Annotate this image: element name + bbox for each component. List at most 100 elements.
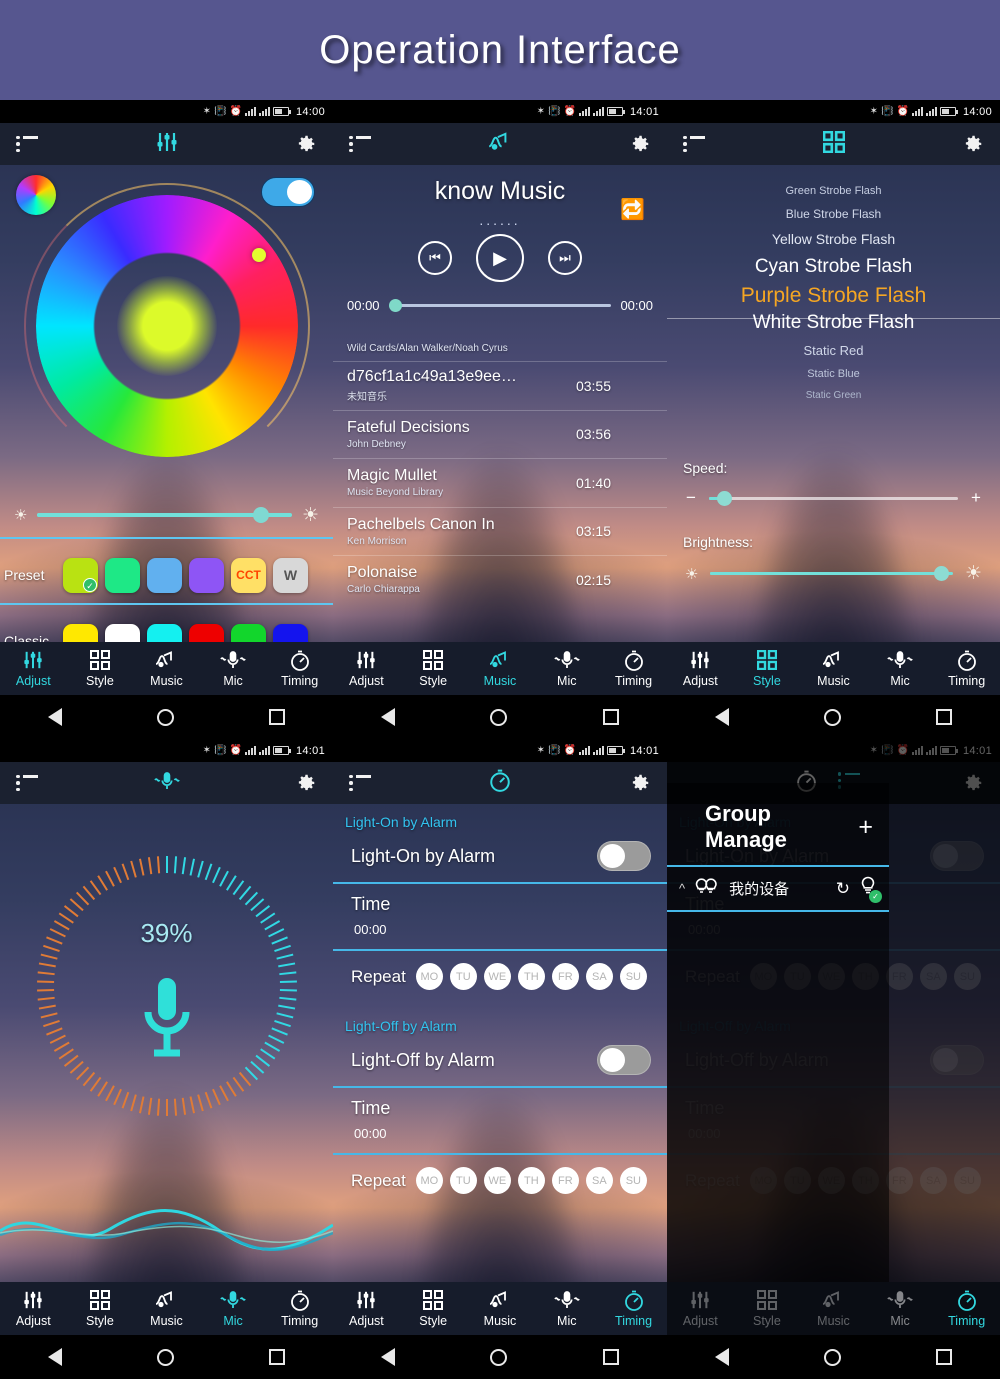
back-icon[interactable]	[380, 708, 395, 726]
light-on-row[interactable]: Light-On by Alarm	[333, 830, 667, 882]
recents-icon[interactable]	[269, 709, 286, 725]
nav-music[interactable]: Music	[805, 650, 861, 688]
preset-swatch-white[interactable]: W	[273, 557, 308, 593]
day-su[interactable]: SU	[619, 1167, 647, 1194]
nav-music[interactable]: Music	[138, 1290, 194, 1328]
nav-timing[interactable]: Timing	[606, 650, 662, 688]
home-icon[interactable]	[156, 1348, 174, 1366]
nav-timing[interactable]: Timing	[272, 1290, 328, 1328]
nav-timing[interactable]: Timing	[939, 1290, 995, 1328]
gear-icon[interactable]	[295, 133, 317, 155]
recents-icon[interactable]	[603, 1349, 620, 1365]
nav-timing[interactable]: Timing	[939, 650, 995, 688]
recents-icon[interactable]	[603, 709, 620, 725]
nav-mic[interactable]: Mic	[205, 650, 261, 688]
mode-option[interactable]: Yellow Strobe Flash	[667, 231, 1000, 247]
brightness-slider[interactable]	[37, 507, 292, 523]
nav-adjust[interactable]: Adjust	[672, 650, 728, 688]
light-off-toggle[interactable]	[597, 1045, 651, 1075]
preset-swatch-1[interactable]: ✓	[63, 557, 98, 593]
nav-music[interactable]: Music	[138, 650, 194, 688]
nav-style[interactable]: Style	[405, 650, 461, 688]
nav-mic[interactable]: Mic	[205, 1290, 261, 1328]
mode-option[interactable]: Static Green	[667, 390, 1000, 401]
recents-icon[interactable]	[269, 1349, 286, 1365]
mode-option[interactable]: Static Blue	[667, 368, 1000, 380]
minus-icon[interactable]: −	[685, 488, 697, 508]
recents-icon[interactable]	[936, 1349, 953, 1365]
play-button[interactable]: ▶	[476, 234, 524, 282]
nav-mic[interactable]: Mic	[539, 1290, 595, 1328]
nav-style[interactable]: Style	[72, 1290, 128, 1328]
list-item[interactable]: Pachelbels Canon In Ken Morrison 03:15	[333, 506, 667, 556]
home-icon[interactable]	[823, 708, 841, 726]
add-group-button[interactable]: +	[858, 814, 873, 840]
bulb-status-icon[interactable]: ✓	[859, 876, 882, 903]
day-su[interactable]: SU	[619, 963, 647, 990]
nav-mic[interactable]: Mic	[872, 1290, 928, 1328]
nav-adjust[interactable]: Adjust	[5, 650, 61, 688]
brightness-slider[interactable]	[710, 566, 953, 581]
next-button[interactable]: ⏭	[548, 241, 582, 275]
mode-option-selected[interactable]: Purple Strobe Flash	[667, 284, 1000, 308]
previous-button[interactable]: ⏮	[418, 241, 452, 275]
chevron-up-icon[interactable]: ^	[679, 881, 685, 896]
ring-knob[interactable]	[251, 248, 266, 262]
day-fr[interactable]: FR	[551, 1167, 579, 1194]
mode-option[interactable]: Green Strobe Flash	[667, 185, 1000, 197]
preset-swatch-2[interactable]	[105, 557, 140, 593]
home-icon[interactable]	[823, 1348, 841, 1366]
menu-icon[interactable]	[349, 774, 371, 791]
power-toggle[interactable]	[261, 177, 315, 207]
day-we[interactable]: WE	[483, 963, 511, 990]
day-we[interactable]: WE	[483, 1167, 511, 1194]
gear-icon[interactable]	[962, 133, 984, 155]
day-th[interactable]: TH	[517, 963, 545, 990]
nav-style[interactable]: Style	[405, 1290, 461, 1328]
day-mo[interactable]: MO	[415, 1167, 443, 1194]
back-icon[interactable]	[714, 1348, 729, 1366]
nav-adjust[interactable]: Adjust	[338, 1290, 394, 1328]
list-item[interactable]: d76cf1a1c49a13e9ee… 未知音乐 03:55	[333, 361, 667, 410]
back-icon[interactable]	[47, 708, 62, 726]
mic-sensitivity-gauge[interactable]: 39%	[36, 856, 297, 1116]
day-tu[interactable]: TU	[449, 963, 477, 990]
mode-option[interactable]: Cyan Strobe Flash	[667, 256, 1000, 278]
nav-style[interactable]: Style	[739, 1290, 795, 1328]
mode-option[interactable]: White Strobe Flash	[667, 312, 1000, 334]
list-item[interactable]: Fateful Decisions John Debney 03:56	[333, 409, 667, 459]
nav-music[interactable]: Music	[805, 1290, 861, 1328]
gear-icon[interactable]	[629, 133, 651, 155]
day-fr[interactable]: FR	[551, 963, 579, 990]
speed-knob[interactable]	[716, 490, 732, 506]
menu-icon[interactable]	[349, 135, 371, 152]
menu-icon[interactable]	[16, 135, 38, 152]
list-item[interactable]: Polonaise Carlo Chiarappa 02:15	[333, 555, 667, 604]
progress-slider[interactable]	[388, 299, 612, 312]
gear-icon[interactable]	[295, 772, 317, 794]
nav-timing[interactable]: Timing	[606, 1290, 662, 1328]
day-tu[interactable]: TU	[449, 1167, 477, 1194]
mode-option[interactable]: Blue Strobe Flash	[667, 207, 1000, 221]
color-mode-icon[interactable]	[16, 175, 56, 215]
day-sa[interactable]: SA	[585, 963, 613, 990]
nav-style[interactable]: Style	[72, 650, 128, 688]
home-icon[interactable]	[490, 1348, 508, 1366]
recents-icon[interactable]	[936, 709, 953, 725]
light-off-time-block[interactable]: Time 00:00	[333, 1088, 667, 1153]
day-sa[interactable]: SA	[585, 1167, 613, 1194]
mode-option[interactable]: Static Red	[667, 343, 1000, 358]
refresh-icon[interactable]: ↻	[836, 879, 850, 899]
nav-adjust[interactable]: Adjust	[338, 650, 394, 688]
brightness-knob[interactable]	[933, 566, 949, 581]
nav-music[interactable]: Music	[472, 650, 528, 688]
home-icon[interactable]	[490, 708, 508, 726]
back-icon[interactable]	[47, 1348, 62, 1366]
plus-icon[interactable]: +	[970, 488, 982, 508]
day-th[interactable]: TH	[517, 1167, 545, 1194]
gear-icon[interactable]	[629, 772, 651, 794]
brightness-knob[interactable]	[253, 507, 270, 523]
list-item[interactable]: Magic Mullet Music Beyond Library 01:40	[333, 458, 667, 507]
home-icon[interactable]	[156, 708, 174, 726]
group-row[interactable]: ^ 我的设备 ↻ ✓	[667, 867, 889, 910]
